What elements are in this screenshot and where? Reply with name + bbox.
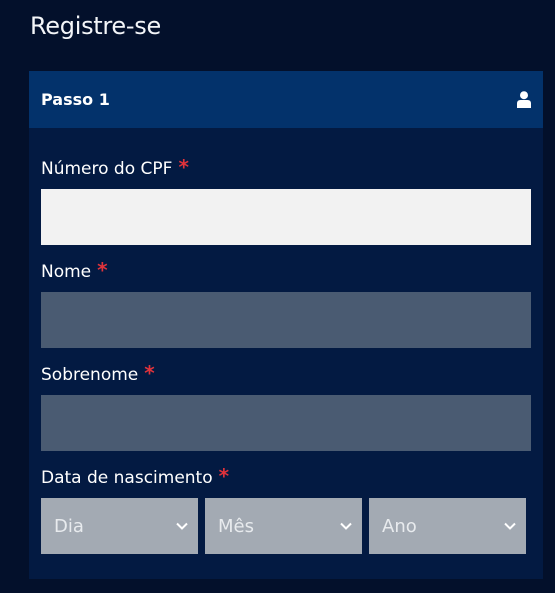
cpf-input[interactable] [41, 189, 531, 245]
birthdate-field: Data de nascimento * Dia Mês Ano [41, 464, 531, 554]
sobrenome-input[interactable] [41, 395, 531, 451]
nome-field: Nome * [41, 258, 531, 348]
day-select-value: Dia [54, 515, 84, 537]
sobrenome-label: Sobrenome [41, 365, 139, 385]
chevron-down-icon [176, 522, 188, 530]
month-select-value: Mês [218, 515, 254, 537]
step-header: Passo 1 [29, 71, 543, 128]
year-select[interactable]: Ano [369, 498, 526, 554]
cpf-field: Número do CPF * [41, 155, 531, 245]
required-asterisk: * [218, 464, 230, 488]
registration-panel: Passo 1 Número do CPF * Nome * Sobrenome… [29, 71, 543, 579]
birthdate-label: Data de nascimento [41, 468, 213, 488]
required-asterisk: * [144, 361, 155, 385]
page-title: Registre-se [30, 12, 161, 40]
sobrenome-field: Sobrenome * [41, 361, 531, 451]
birthdate-selects: Dia Mês Ano [41, 498, 531, 554]
step-title: Passo 1 [41, 90, 110, 109]
day-select[interactable]: Dia [41, 498, 198, 554]
chevron-down-icon [504, 522, 516, 530]
cpf-label: Número do CPF [41, 159, 173, 179]
year-select-value: Ano [382, 515, 417, 537]
required-asterisk: * [178, 155, 189, 179]
user-icon [517, 91, 531, 108]
month-select[interactable]: Mês [205, 498, 362, 554]
chevron-down-icon [340, 522, 352, 530]
nome-label: Nome [41, 262, 92, 282]
required-asterisk: * [97, 258, 108, 282]
nome-input[interactable] [41, 292, 531, 348]
